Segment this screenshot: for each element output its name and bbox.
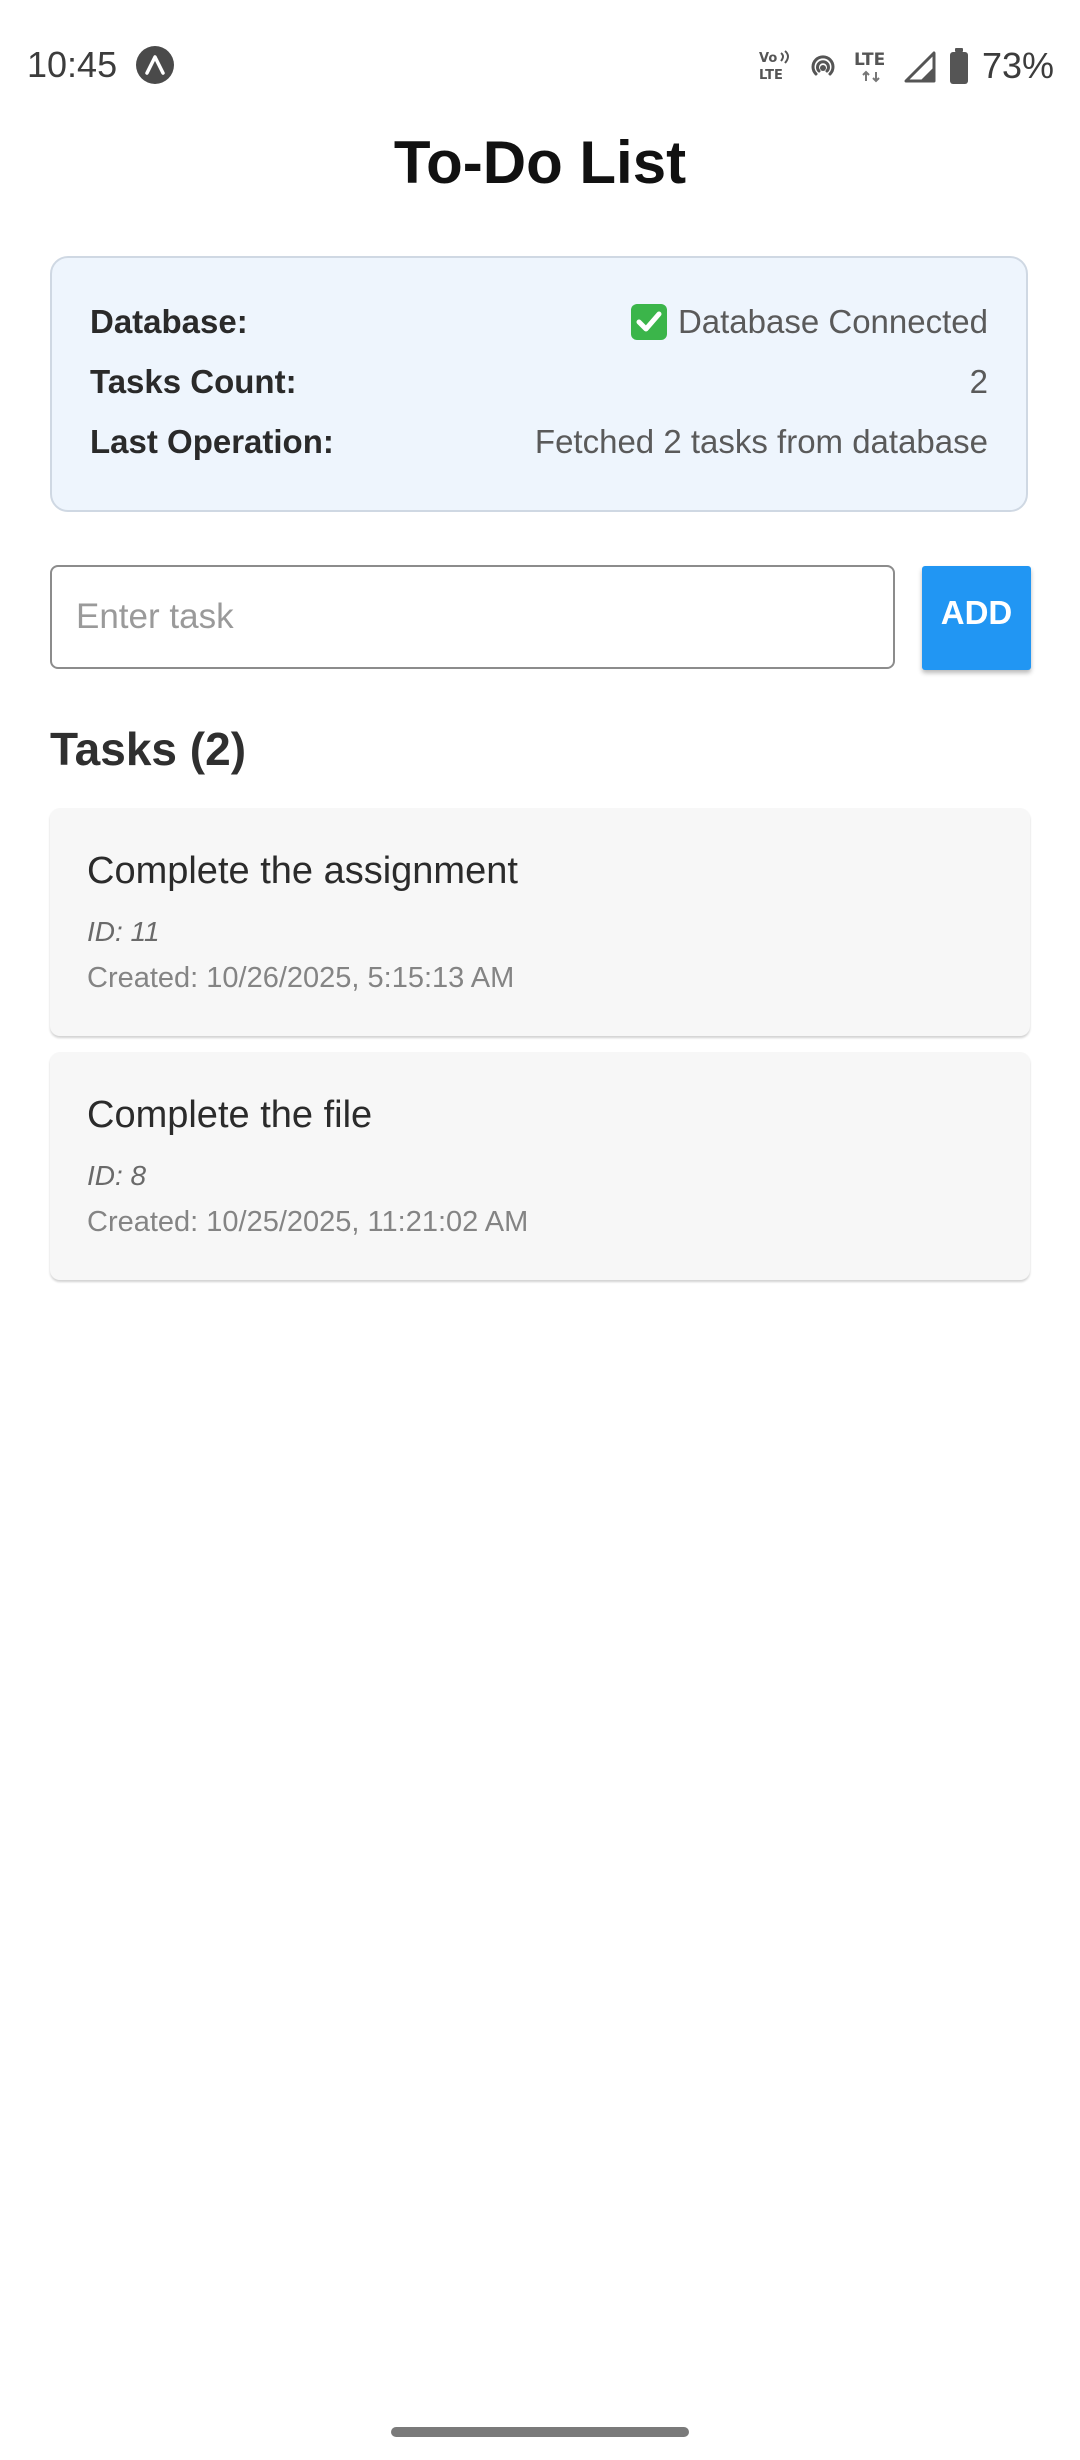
database-status-card: Database: Database Connected Tasks Count… <box>50 256 1028 512</box>
database-row: Database: Database Connected <box>90 300 988 344</box>
battery-percent: 73% <box>981 45 1054 86</box>
svg-text:LTE: LTE <box>854 50 885 70</box>
tasks-count-value: 2 <box>969 363 988 400</box>
svg-text:Vo: Vo <box>759 51 777 66</box>
last-operation-row: Last Operation: Fetched 2 tasks from dat… <box>90 420 988 464</box>
tasks-count-label: Tasks Count: <box>90 363 297 400</box>
task-created-date: Created: 10/25/2025, 11:21:02 AM <box>87 1206 529 1238</box>
volte-icon: Vo LTE <box>756 47 794 85</box>
task-item[interactable]: Complete the file ID: 8 Created: 10/25/2… <box>50 1052 1030 1280</box>
tasks-heading: Tasks (2) <box>50 723 247 775</box>
svg-text:LTE: LTE <box>759 68 783 83</box>
check-mark-icon <box>630 303 668 341</box>
battery-icon <box>948 47 970 85</box>
add-button[interactable]: ADD <box>922 566 1031 670</box>
task-title: Complete the file <box>87 1094 373 1136</box>
app-notification-icon <box>136 46 174 84</box>
last-operation-label: Last Operation: <box>90 423 334 460</box>
task-input[interactable] <box>50 565 895 669</box>
page-title: To-Do List <box>393 129 687 196</box>
status-time: 10:45 <box>27 44 118 85</box>
tasks-count-row: Tasks Count: 2 <box>90 360 988 404</box>
last-operation-value: Fetched 2 tasks from database <box>534 423 988 460</box>
task-title: Complete the assignment <box>87 850 518 892</box>
task-list: Complete the assignment ID: 11 Created: … <box>50 808 1030 1296</box>
status-icons: Vo LTE LTE 73% <box>756 44 1054 88</box>
task-item[interactable]: Complete the assignment ID: 11 Created: … <box>50 808 1030 1036</box>
hotspot-icon <box>804 47 842 85</box>
task-id: ID: 8 <box>87 1160 147 1191</box>
task-created-date: Created: 10/26/2025, 5:15:13 AM <box>87 962 515 994</box>
database-status-text: Database Connected <box>677 303 988 340</box>
status-bar: 10:45 Vo LTE LTE 73% <box>0 0 1080 130</box>
task-id: ID: 11 <box>87 916 160 947</box>
database-value: Database Connected <box>630 303 988 341</box>
lte-icon: LTE <box>852 46 892 86</box>
database-label: Database: <box>90 303 248 340</box>
signal-icon <box>902 48 938 84</box>
gesture-nav-bar[interactable] <box>391 2427 689 2437</box>
